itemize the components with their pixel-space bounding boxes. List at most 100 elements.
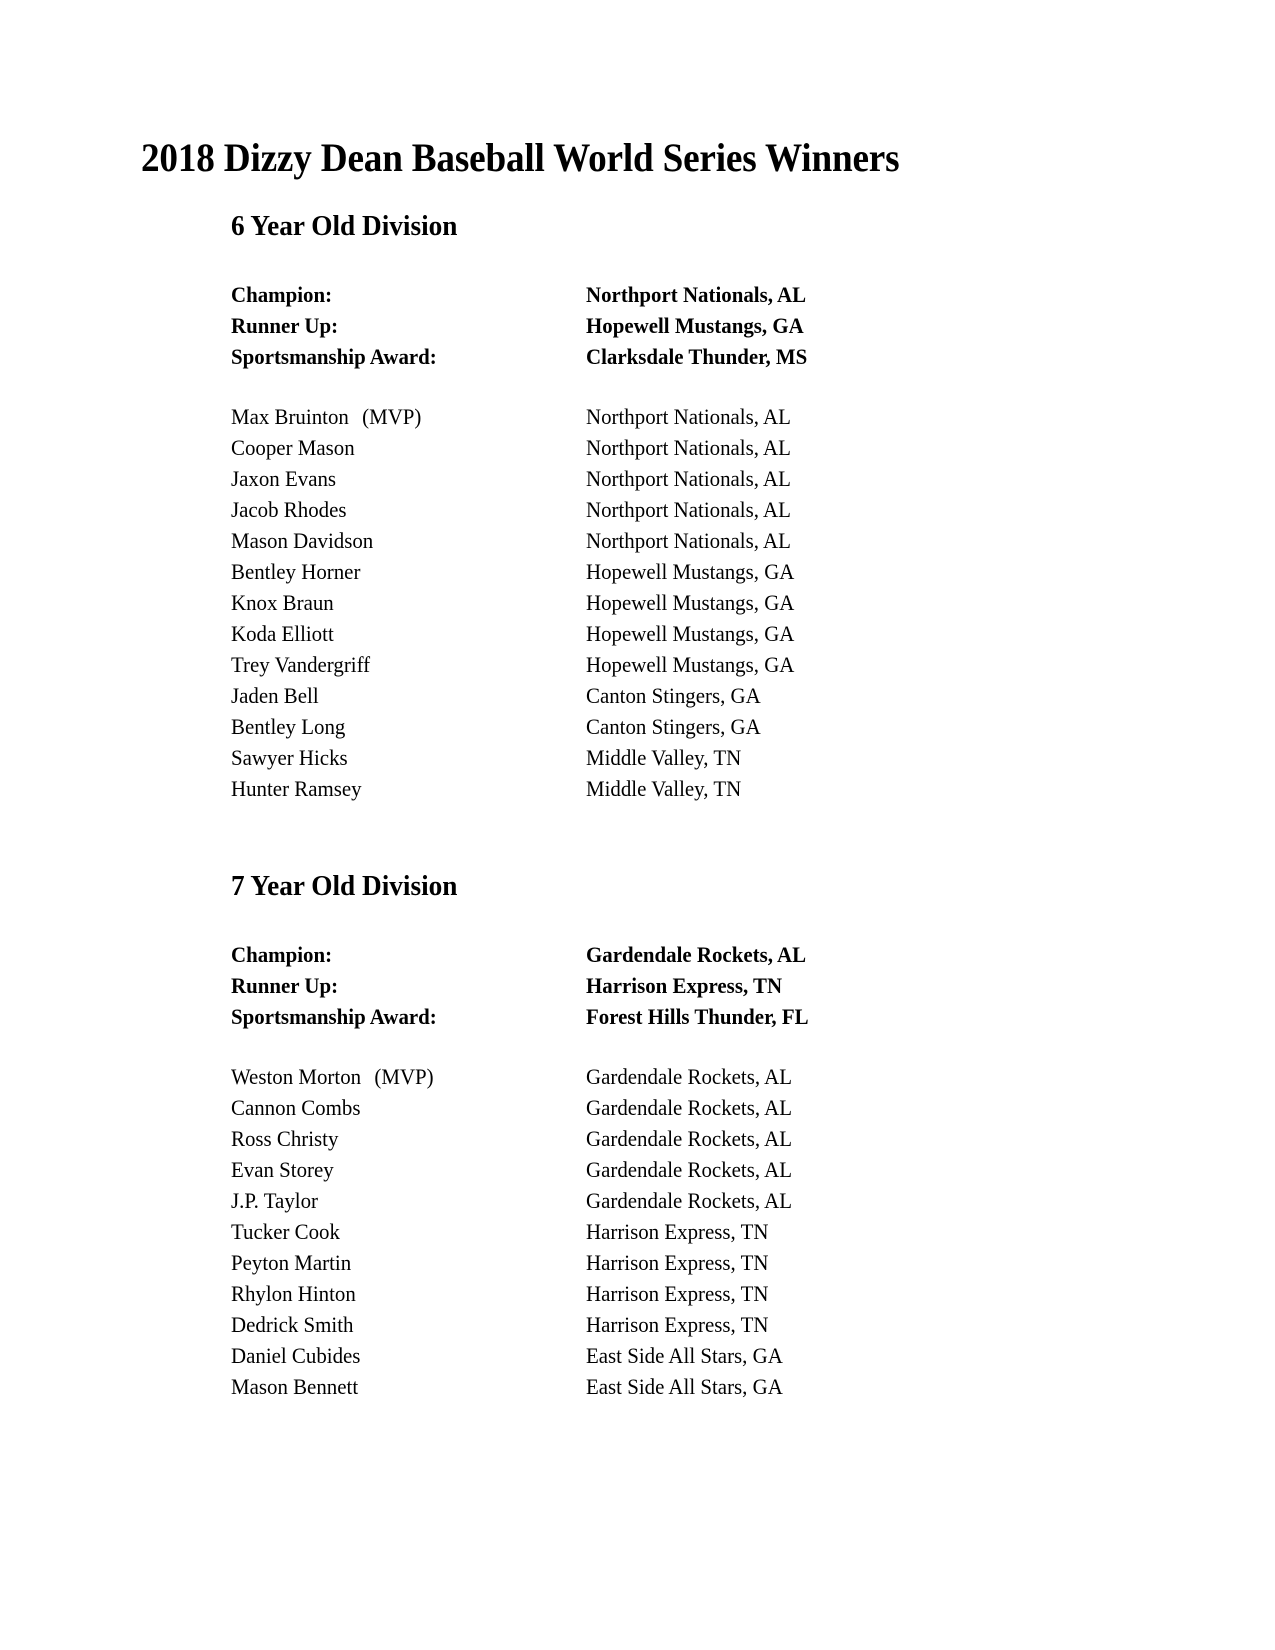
table-row: Bentley Long Canton Stingers, GA bbox=[231, 711, 819, 742]
player-team: Canton Stingers, GA bbox=[586, 714, 761, 739]
player-name: Peyton Martin bbox=[231, 1250, 352, 1275]
player-team: Gardendale Rockets, AL bbox=[586, 1126, 793, 1151]
award-label: Runner Up: bbox=[231, 313, 339, 338]
awards-block: Champion: Northport Nationals, AL Runner… bbox=[231, 279, 819, 372]
table-row: J.P. Taylor Gardendale Rockets, AL bbox=[231, 1185, 820, 1216]
table-row: Mason Bennett East Side All Stars, GA bbox=[231, 1371, 820, 1402]
player-name: Cooper Mason bbox=[231, 435, 355, 460]
table-row: Max Bruinton (MVP) Northport Nationals, A… bbox=[231, 401, 819, 432]
player-team: Hopewell Mustangs, GA bbox=[586, 652, 795, 677]
award-row: Champion: Gardendale Rockets, AL bbox=[231, 939, 820, 970]
player-team: Northport Nationals, AL bbox=[586, 404, 791, 429]
player-roster: Weston Morton (MVP) Gardendale Rockets, A… bbox=[231, 1061, 820, 1402]
player-team: Harrison Express, TN bbox=[586, 1219, 769, 1244]
player-name: Mason Bennett bbox=[231, 1374, 359, 1399]
player-name: J.P. Taylor bbox=[231, 1188, 318, 1213]
table-row: Mason Davidson Northport Nationals, AL bbox=[231, 525, 819, 556]
player-name: Rhylon Hinton bbox=[231, 1281, 356, 1306]
division-section-6-year-old: 6 Year Old Division Champion: Northport … bbox=[231, 212, 819, 804]
player-roster: Max Bruinton (MVP) Northport Nationals, A… bbox=[231, 401, 819, 804]
award-row: Sportsmanship Award: Clarksdale Thunder,… bbox=[231, 341, 819, 372]
table-row: Bentley Horner Hopewell Mustangs, GA bbox=[231, 556, 819, 587]
table-row: Jaden Bell Canton Stingers, GA bbox=[231, 680, 819, 711]
table-row: Cannon Combs Gardendale Rockets, AL bbox=[231, 1092, 820, 1123]
award-value: Forest Hills Thunder, FL bbox=[586, 1004, 809, 1029]
player-name: Max Bruinton (MVP) bbox=[231, 404, 422, 429]
table-row: Daniel Cubides East Side All Stars, GA bbox=[231, 1340, 820, 1371]
mvp-tag: (MVP) bbox=[362, 404, 422, 429]
award-value: Clarksdale Thunder, MS bbox=[586, 344, 808, 369]
award-label: Runner Up: bbox=[231, 973, 339, 998]
table-row: Jaxon Evans Northport Nationals, AL bbox=[231, 463, 819, 494]
award-label: Champion: bbox=[231, 942, 333, 967]
player-team: Gardendale Rockets, AL bbox=[586, 1157, 793, 1182]
player-name: Mason Davidson bbox=[231, 528, 374, 553]
award-value: Harrison Express, TN bbox=[586, 973, 783, 998]
player-name: Daniel Cubides bbox=[231, 1343, 361, 1368]
award-row: Runner Up: Harrison Express, TN bbox=[231, 970, 820, 1001]
player-team: Harrison Express, TN bbox=[586, 1312, 769, 1337]
player-name: Weston Morton (MVP) bbox=[231, 1064, 434, 1089]
division-heading: 6 Year Old Division bbox=[231, 210, 458, 242]
award-value: Northport Nationals, AL bbox=[586, 282, 807, 307]
table-row: Evan Storey Gardendale Rockets, AL bbox=[231, 1154, 820, 1185]
player-team: Hopewell Mustangs, GA bbox=[586, 621, 795, 646]
player-team: Canton Stingers, GA bbox=[586, 683, 761, 708]
award-value: Gardendale Rockets, AL bbox=[586, 942, 807, 967]
player-team: Gardendale Rockets, AL bbox=[586, 1064, 793, 1089]
player-name: Jaden Bell bbox=[231, 683, 319, 708]
player-team: Northport Nationals, AL bbox=[586, 435, 791, 460]
player-name: Ross Christy bbox=[231, 1126, 339, 1151]
player-name: Dedrick Smith bbox=[231, 1312, 354, 1337]
table-row: Ross Christy Gardendale Rockets, AL bbox=[231, 1123, 820, 1154]
player-name: Knox Braun bbox=[231, 590, 334, 615]
player-team: Harrison Express, TN bbox=[586, 1281, 769, 1306]
player-team: Hopewell Mustangs, GA bbox=[586, 559, 795, 584]
player-team: East Side All Stars, GA bbox=[586, 1343, 783, 1368]
award-row: Champion: Northport Nationals, AL bbox=[231, 279, 819, 310]
player-team: Middle Valley, TN bbox=[586, 745, 742, 770]
table-row: Weston Morton (MVP) Gardendale Rockets, A… bbox=[231, 1061, 820, 1092]
player-name: Bentley Long bbox=[231, 714, 346, 739]
award-row: Runner Up: Hopewell Mustangs, GA bbox=[231, 310, 819, 341]
player-name: Bentley Horner bbox=[231, 559, 361, 584]
award-label: Sportsmanship Award: bbox=[231, 1004, 437, 1029]
player-name: Jacob Rhodes bbox=[231, 497, 347, 522]
table-row: Koda Elliott Hopewell Mustangs, GA bbox=[231, 618, 819, 649]
table-row: Cooper Mason Northport Nationals, AL bbox=[231, 432, 819, 463]
player-team: Gardendale Rockets, AL bbox=[586, 1188, 793, 1213]
player-team: Gardendale Rockets, AL bbox=[586, 1095, 793, 1120]
table-row: Jacob Rhodes Northport Nationals, AL bbox=[231, 494, 819, 525]
table-row: Tucker Cook Harrison Express, TN bbox=[231, 1216, 820, 1247]
player-name: Jaxon Evans bbox=[231, 466, 337, 491]
award-row: Sportsmanship Award: Forest Hills Thunde… bbox=[231, 1001, 820, 1032]
table-row: Rhylon Hinton Harrison Express, TN bbox=[231, 1278, 820, 1309]
award-value: Hopewell Mustangs, GA bbox=[586, 313, 804, 338]
division-section-7-year-old: 7 Year Old Division Champion: Gardendale… bbox=[231, 872, 820, 1402]
table-row: Knox Braun Hopewell Mustangs, GA bbox=[231, 587, 819, 618]
table-row: Dedrick Smith Harrison Express, TN bbox=[231, 1309, 820, 1340]
award-label: Champion: bbox=[231, 282, 333, 307]
player-name: Koda Elliott bbox=[231, 621, 334, 646]
player-name: Sawyer Hicks bbox=[231, 745, 348, 770]
player-team: East Side All Stars, GA bbox=[586, 1374, 783, 1399]
table-row: Sawyer Hicks Middle Valley, TN bbox=[231, 742, 819, 773]
player-team: Hopewell Mustangs, GA bbox=[586, 590, 795, 615]
player-name: Cannon Combs bbox=[231, 1095, 361, 1120]
player-team: Harrison Express, TN bbox=[586, 1250, 769, 1275]
table-row: Trey Vandergriff Hopewell Mustangs, GA bbox=[231, 649, 819, 680]
player-name: Trey Vandergriff bbox=[231, 652, 371, 677]
division-heading: 7 Year Old Division bbox=[231, 870, 458, 902]
player-name: Hunter Ramsey bbox=[231, 776, 362, 801]
player-team: Middle Valley, TN bbox=[586, 776, 742, 801]
table-row: Peyton Martin Harrison Express, TN bbox=[231, 1247, 820, 1278]
player-team: Northport Nationals, AL bbox=[586, 466, 791, 491]
player-team: Northport Nationals, AL bbox=[586, 497, 791, 522]
award-label: Sportsmanship Award: bbox=[231, 344, 437, 369]
page-title: 2018 Dizzy Dean Baseball World Series Wi… bbox=[141, 135, 900, 180]
mvp-tag: (MVP) bbox=[374, 1064, 434, 1089]
document-page: 2018 Dizzy Dean Baseball World Series Wi… bbox=[0, 0, 1275, 1650]
player-team: Northport Nationals, AL bbox=[586, 528, 791, 553]
table-row: Hunter Ramsey Middle Valley, TN bbox=[231, 773, 819, 804]
player-name: Evan Storey bbox=[231, 1157, 334, 1182]
